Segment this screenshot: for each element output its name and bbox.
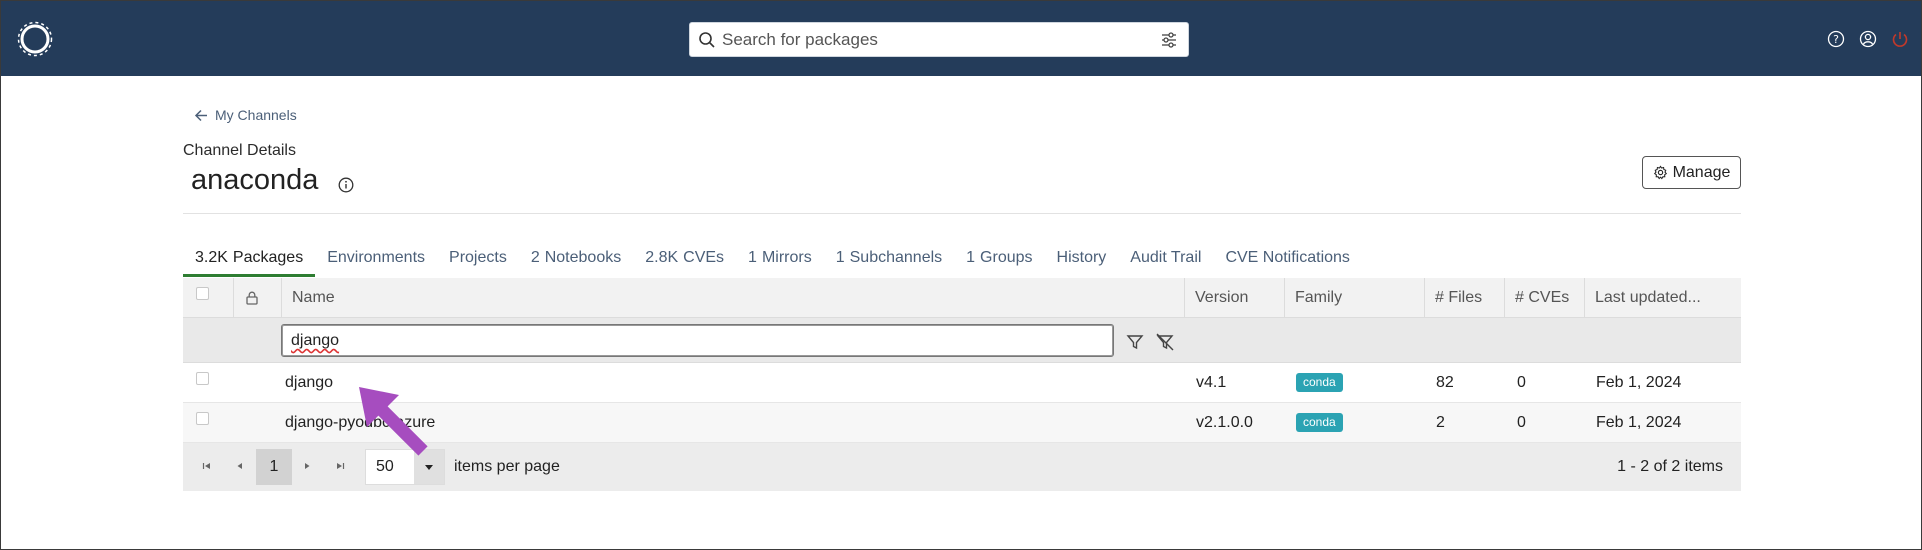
current-page-button[interactable]: 1: [256, 449, 292, 485]
package-search[interactable]: Search for packages: [689, 22, 1189, 57]
last-updated: Feb 1, 2024: [1596, 413, 1682, 431]
search-placeholder: Search for packages: [722, 30, 878, 49]
pager: 1 50 items per page 1 - 2 of 2 items: [183, 443, 1741, 491]
gear-icon: [1653, 165, 1667, 180]
cves-count: 0: [1517, 413, 1526, 431]
tab-audit-trail[interactable]: Audit Trail: [1118, 245, 1213, 277]
svg-text:?: ?: [1833, 33, 1839, 46]
package-name[interactable]: django-pyodbc-azure: [285, 403, 435, 442]
row-checkbox[interactable]: [196, 412, 209, 425]
last-updated: Feb 1, 2024: [1596, 373, 1682, 391]
channel-tabs: 3.2K Packages Environments Projects 2 Note…: [183, 245, 1362, 277]
chevron-down-icon: [425, 465, 433, 470]
tab-projects[interactable]: Projects: [437, 245, 519, 277]
page-size-value: 50: [376, 458, 394, 475]
column-header-files[interactable]: # Files: [1424, 278, 1504, 317]
help-icon[interactable]: ?: [1827, 30, 1845, 48]
power-icon[interactable]: [1891, 30, 1909, 48]
page-size-select[interactable]: 50: [365, 449, 445, 485]
tab-environments[interactable]: Environments: [315, 245, 437, 277]
package-version: v2.1.0.0: [1196, 413, 1253, 431]
top-actions: ?: [1827, 30, 1909, 48]
back-link-label: My Channels: [215, 107, 297, 123]
tab-cve-notifications[interactable]: CVE Notifications: [1213, 245, 1362, 277]
select-all-cell: [183, 278, 233, 317]
prev-page-icon[interactable]: [234, 460, 246, 472]
items-per-page-label: items per page: [454, 458, 560, 475]
app-window: Search for packages ? My Channels Channe…: [0, 0, 1922, 550]
page-size-dropdown[interactable]: [414, 450, 444, 484]
tab-packages[interactable]: 3.2K Packages: [183, 245, 316, 277]
search-icon: [699, 32, 715, 48]
filter-value: django: [291, 332, 340, 349]
filter-row: django: [183, 318, 1741, 363]
select-all-checkbox[interactable]: [196, 287, 209, 300]
family-cell: conda: [1296, 403, 1343, 442]
tab-subchannels[interactable]: 1 Subchannels: [824, 245, 954, 277]
top-bar: Search for packages ?: [1, 1, 1921, 76]
sliders-icon[interactable]: [1160, 31, 1178, 49]
column-header-last-updated[interactable]: Last updated...: [1584, 278, 1736, 317]
row-checkbox[interactable]: [196, 372, 209, 385]
anaconda-logo-icon[interactable]: [17, 21, 53, 57]
table-row[interactable]: django v4.1 conda 82 0 Feb 1, 2024: [183, 363, 1741, 403]
files-count: 2: [1436, 413, 1445, 431]
tab-history[interactable]: History: [1045, 245, 1119, 277]
lock-icon: [246, 291, 258, 305]
table-row[interactable]: django-pyodbc-azure v2.1.0.0 conda 2 0 F…: [183, 403, 1741, 443]
grid-header: Name Version Family # Files # CVEs Last …: [183, 278, 1741, 318]
files-count: 82: [1436, 373, 1454, 391]
first-page-icon[interactable]: [201, 460, 213, 472]
name-filter-input[interactable]: django: [281, 324, 1114, 357]
section-title: Channel Details: [183, 142, 296, 159]
column-header-family[interactable]: Family: [1284, 278, 1424, 317]
family-cell: conda: [1296, 363, 1343, 402]
filter-icon[interactable]: [1125, 332, 1145, 352]
column-header-name[interactable]: Name: [281, 278, 1184, 317]
next-page-icon[interactable]: [301, 460, 313, 472]
clear-filter-icon[interactable]: [1155, 332, 1175, 352]
package-name[interactable]: django: [285, 363, 333, 402]
cves-count: 0: [1517, 373, 1526, 391]
family-badge: conda: [1296, 373, 1343, 392]
package-version: v4.1: [1196, 373, 1227, 391]
tab-notebooks[interactable]: 2 Notebooks: [519, 245, 633, 277]
header-divider: [183, 213, 1741, 214]
column-header-version[interactable]: Version: [1184, 278, 1284, 317]
user-icon[interactable]: [1859, 30, 1877, 48]
tab-mirrors[interactable]: 1 Mirrors: [736, 245, 824, 277]
tab-groups[interactable]: 1 Groups: [954, 245, 1044, 277]
tab-cves[interactable]: 2.8K CVEs: [633, 245, 736, 277]
last-page-icon[interactable]: [334, 460, 346, 472]
manage-label: Manage: [1672, 163, 1731, 181]
channel-name: anaconda: [191, 164, 319, 196]
packages-grid: Name Version Family # Files # CVEs Last …: [183, 278, 1741, 491]
back-link[interactable]: My Channels: [194, 107, 297, 123]
info-icon[interactable]: [338, 177, 354, 193]
manage-button[interactable]: Manage: [1642, 156, 1741, 189]
family-badge: conda: [1296, 413, 1343, 432]
row-select-cell: [196, 403, 209, 442]
column-header-cves[interactable]: # CVEs: [1504, 278, 1584, 317]
arrow-left-icon: [194, 109, 207, 121]
lock-header: [233, 278, 281, 317]
row-select-cell: [196, 363, 209, 402]
range-info: 1 - 2 of 2 items: [1617, 458, 1723, 475]
